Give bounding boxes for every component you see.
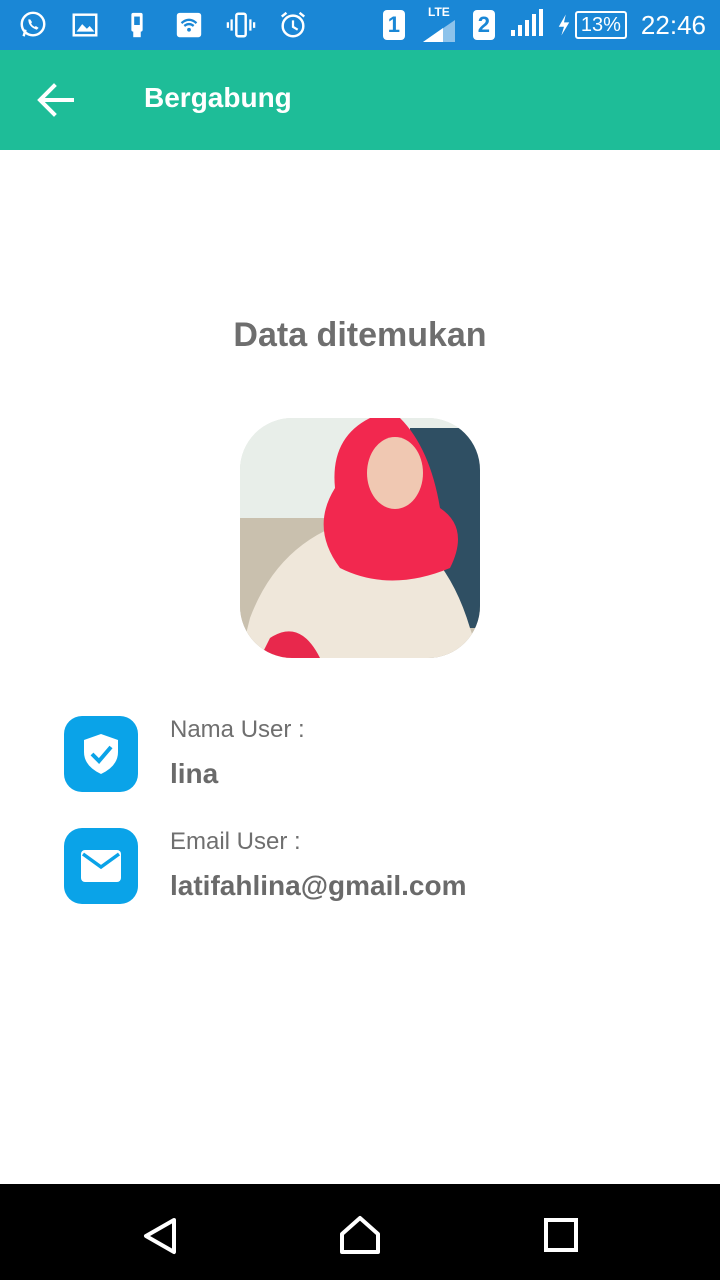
home-icon — [340, 1216, 380, 1254]
page-heading: Data ditemukan — [233, 316, 487, 354]
network-type-label: LTE — [428, 5, 450, 19]
signal-icon: LTE — [419, 6, 459, 44]
triangle-back-icon — [144, 1218, 176, 1254]
wifi-icon — [172, 8, 206, 42]
vibrate-icon — [224, 8, 258, 42]
nav-home-button[interactable] — [338, 1214, 382, 1258]
arrow-left-icon — [37, 83, 74, 117]
user-avatar — [240, 418, 480, 658]
user-email-value: latifahlina@gmail.com — [170, 870, 467, 901]
app-bar-title: Bergabung — [144, 82, 292, 113]
square-recents-icon — [544, 1218, 578, 1252]
sim1-badge: 1 — [382, 10, 405, 40]
device-icon — [120, 8, 154, 42]
user-email-label: Email User : — [170, 828, 301, 855]
whatsapp-icon — [16, 8, 50, 42]
app-bar: Bergabung — [0, 50, 720, 150]
shield-check-icon — [64, 716, 138, 792]
user-name-label: Nama User : — [170, 716, 305, 743]
back-button[interactable] — [36, 82, 76, 118]
mail-icon — [64, 828, 138, 904]
sim2-badge: 2 — [472, 10, 495, 40]
navigation-bar — [0, 1184, 720, 1280]
signal-icon-2 — [509, 8, 543, 43]
battery-percent: 13% — [574, 11, 627, 39]
battery-indicator: 13% — [557, 11, 627, 39]
user-name-value: lina — [170, 758, 219, 789]
nav-recents-button[interactable] — [540, 1214, 584, 1258]
gallery-icon — [68, 8, 102, 42]
charging-icon — [558, 14, 570, 36]
alarm-icon — [276, 8, 310, 42]
clock: 22:46 — [640, 9, 706, 40]
status-bar: 1 LTE 2 13% 22:46 — [0, 0, 720, 50]
nav-back-button[interactable] — [138, 1214, 182, 1258]
